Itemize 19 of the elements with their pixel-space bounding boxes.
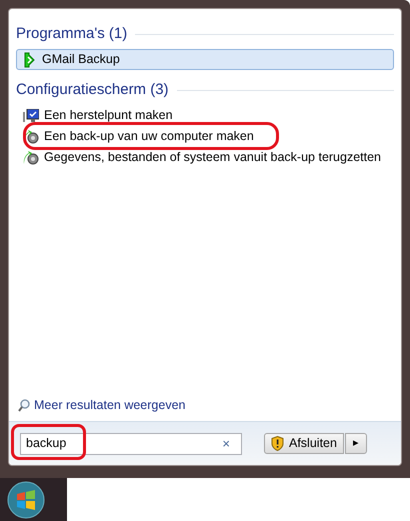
shield-icon: [271, 436, 284, 451]
bracket-icon: [23, 52, 37, 68]
section-header: Programma's (1): [16, 24, 128, 44]
more-results-link[interactable]: Meer resultaten weergeven: [16, 396, 394, 415]
shutdown-options-button[interactable]: ▸: [344, 433, 367, 454]
backup-icon: [23, 128, 39, 144]
search-field[interactable]: backup ×: [20, 432, 242, 454]
section-header: Configuratiescherm (3): [16, 80, 169, 100]
clear-button[interactable]: ×: [222, 434, 236, 454]
result-item[interactable]: Een herstelpunt maken: [16, 105, 394, 126]
result-item[interactable]: Een back-up van uw computer maken: [16, 126, 394, 147]
search-text: backup: [26, 435, 68, 452]
backup-icon: [23, 150, 39, 166]
start-orb-icon[interactable]: [7, 480, 45, 518]
monitor-icon: [23, 108, 39, 122]
search-icon: [18, 399, 30, 412]
result-item[interactable]: Gegevens, bestanden of systeem vanuit back-up terugzetten: [16, 147, 394, 168]
result-item[interactable]: GMail Backup: [16, 49, 394, 70]
shutdown-button[interactable]: Afsluiten: [264, 433, 344, 454]
